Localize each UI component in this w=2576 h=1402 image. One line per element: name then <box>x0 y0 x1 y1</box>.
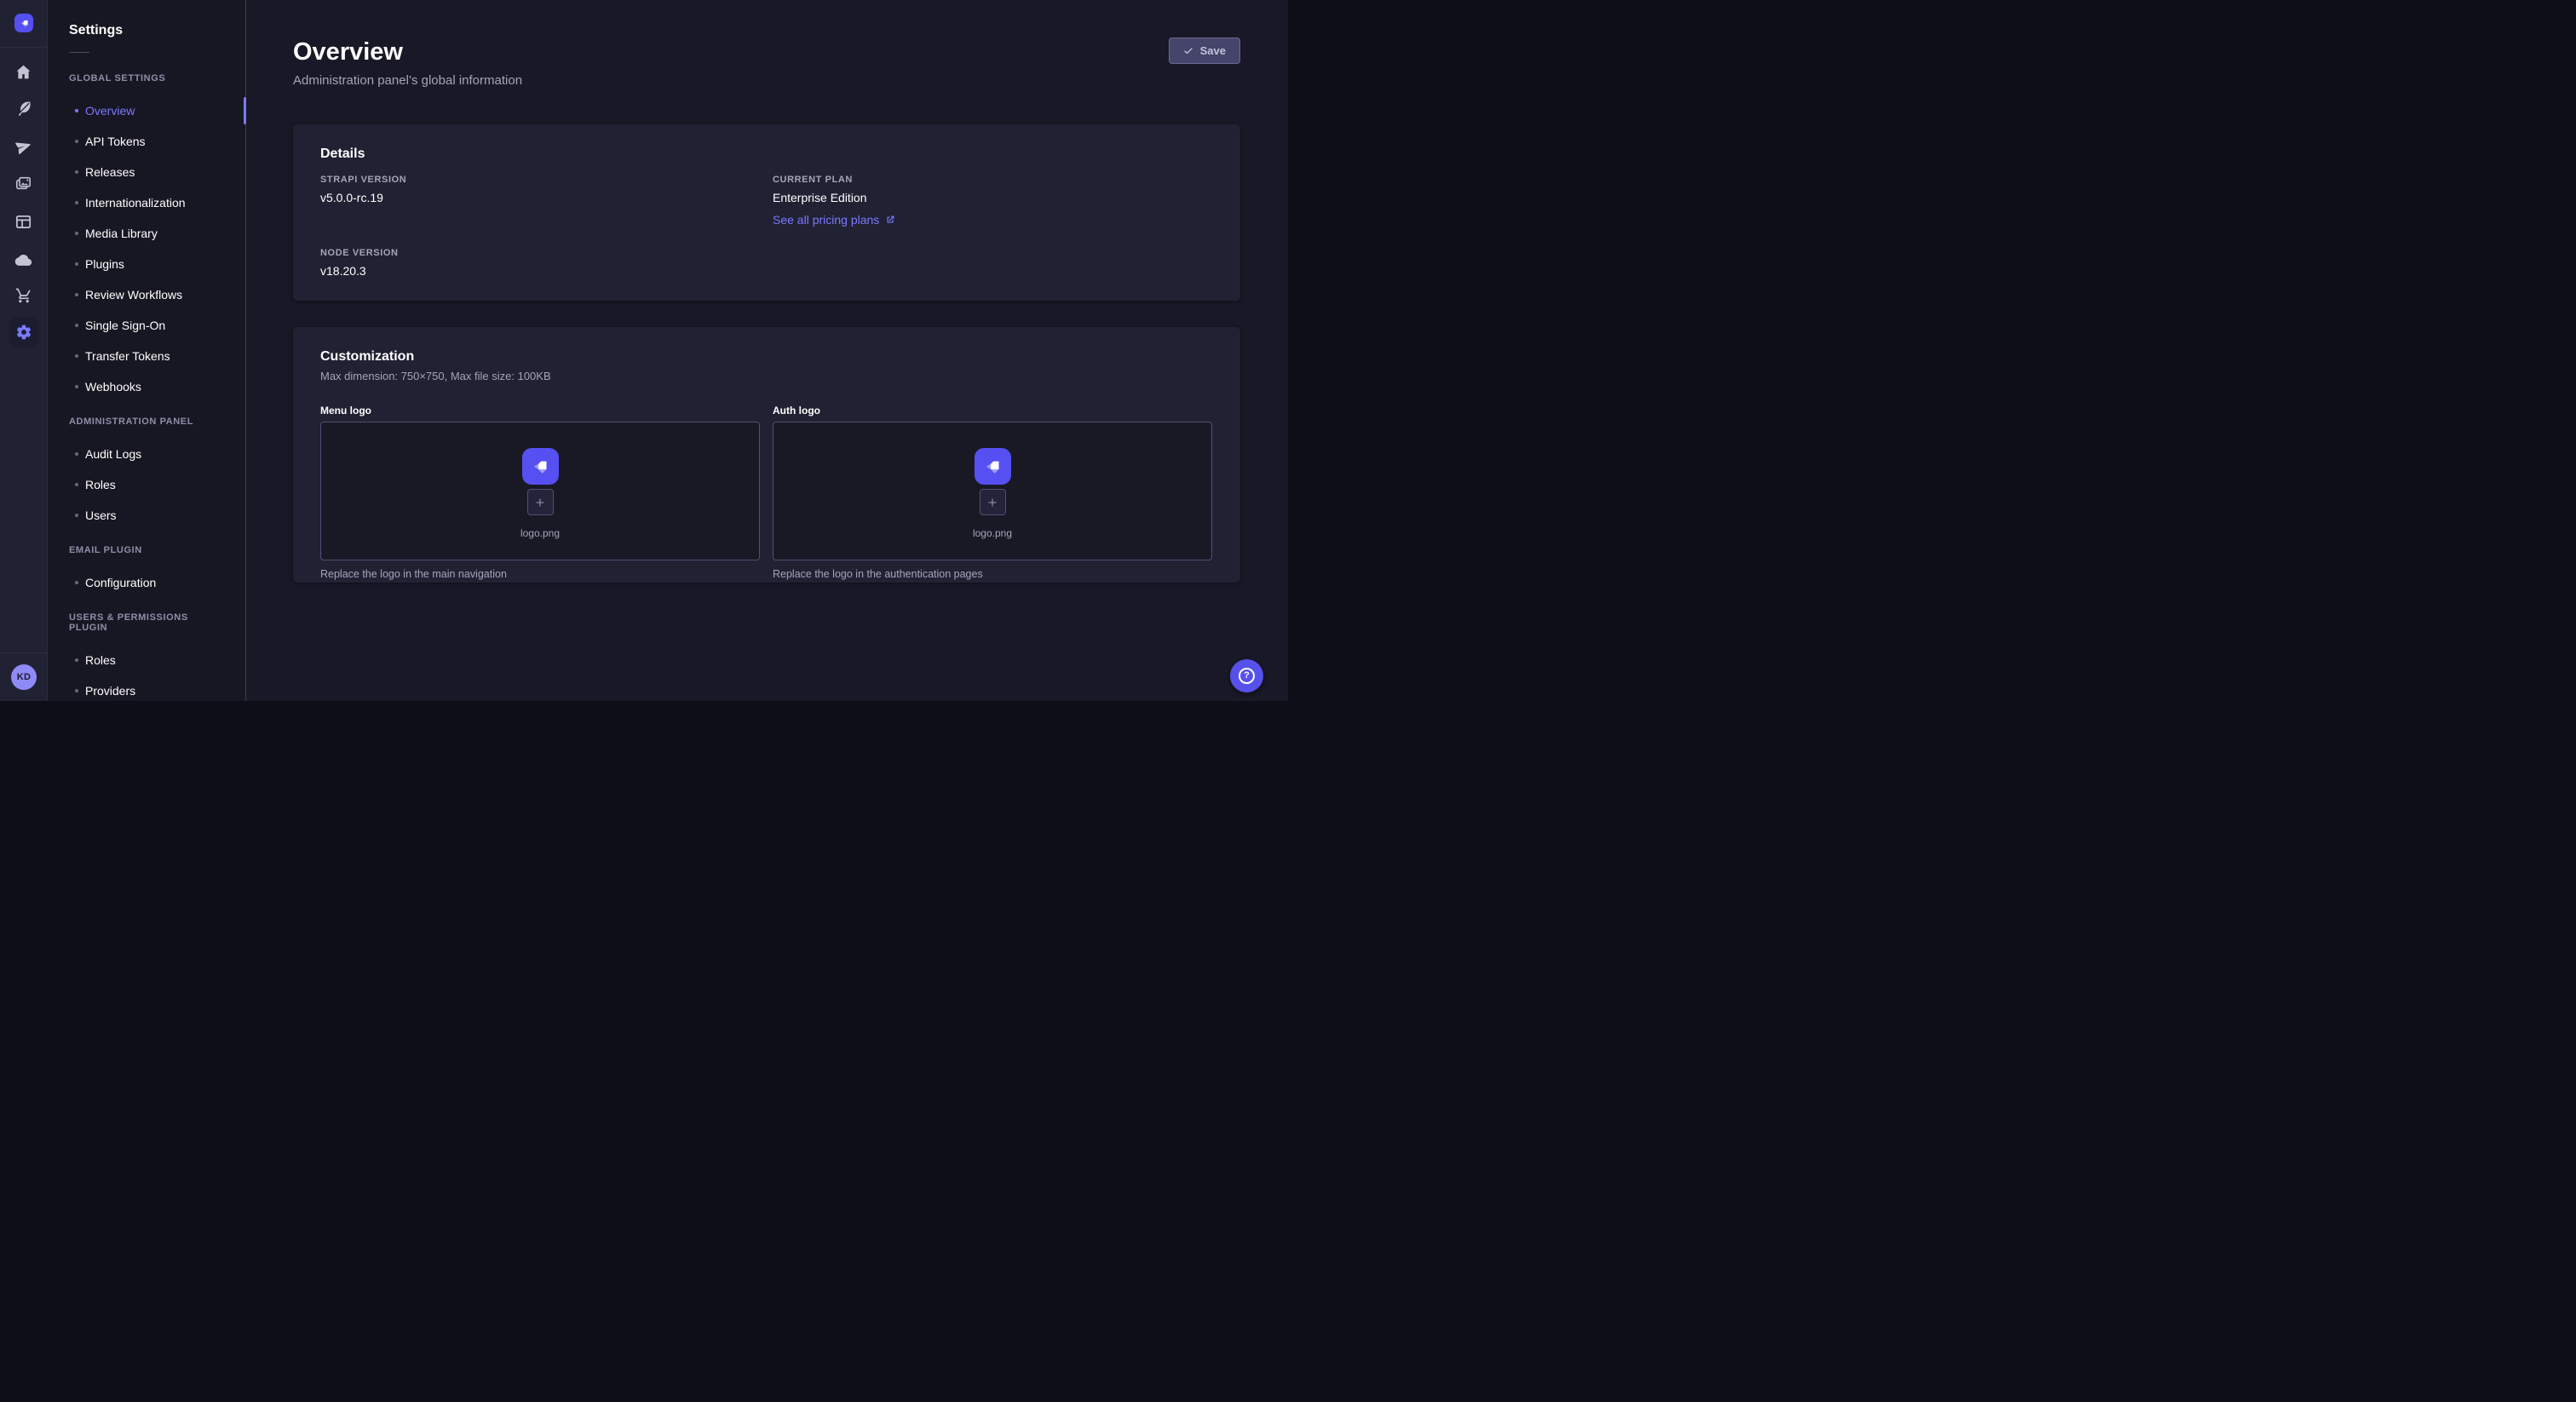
sidebar-item-releases[interactable]: Releases <box>48 157 245 187</box>
strapi-logo-icon <box>530 457 550 477</box>
media-library-icon[interactable] <box>0 171 47 195</box>
customization-constraints: Max dimension: 750×750, Max file size: 1… <box>320 370 1213 382</box>
auth-logo-preview <box>975 448 1011 485</box>
menu-logo-label: Menu logo <box>320 405 760 417</box>
plus-icon <box>534 497 546 509</box>
sidebar-title: Settings <box>69 23 245 38</box>
external-link-icon <box>885 215 895 225</box>
sidebar-item-audit-logs[interactable]: Audit Logs <box>48 439 245 469</box>
bullet-icon <box>75 109 78 112</box>
bullet-icon <box>75 262 78 266</box>
logo-uploads-row: Menu logo logo.png <box>320 405 1213 580</box>
section-email-plugin: EMAIL PLUGIN <box>69 545 224 555</box>
auth-logo-dropzone[interactable]: logo.png <box>773 422 1212 560</box>
node-version-value: v18.20.3 <box>320 264 399 278</box>
auth-logo-hint: Replace the logo in the authentication p… <box>773 568 1212 580</box>
menu-logo-upload: Menu logo logo.png <box>320 405 760 580</box>
bullet-icon <box>75 354 78 358</box>
sidebar-item-admin-users[interactable]: Users <box>48 500 245 531</box>
add-menu-logo-button[interactable] <box>527 489 554 515</box>
pricing-plans-link[interactable]: See all pricing plans <box>773 213 895 227</box>
sidebar-item-plugins[interactable]: Plugins <box>48 249 245 279</box>
save-button[interactable]: Save <box>1169 37 1240 64</box>
bullet-icon <box>75 324 78 327</box>
bullet-icon <box>75 201 78 204</box>
main-content: Overview Administration panel’s global i… <box>246 0 1288 701</box>
bullet-icon <box>75 483 78 486</box>
rail-divider-top <box>0 47 47 48</box>
sidebar-item-review-workflows[interactable]: Review Workflows <box>48 279 245 310</box>
add-auth-logo-button[interactable] <box>980 489 1006 515</box>
sidebar-item-api-tokens[interactable]: API Tokens <box>48 126 245 157</box>
menu-logo-filename: logo.png <box>520 527 560 539</box>
rail-divider-bottom <box>0 652 47 653</box>
section-global-settings: GLOBAL SETTINGS <box>69 73 224 83</box>
plus-icon <box>986 497 998 509</box>
node-version-label: NODE VERSION <box>320 248 399 258</box>
feather-icon[interactable] <box>0 96 47 120</box>
page-subtitle: Administration panel’s global informatio… <box>293 73 1240 88</box>
bullet-icon <box>75 658 78 662</box>
sidebar-item-email-configuration[interactable]: Configuration <box>48 567 245 598</box>
menu-logo-hint: Replace the logo in the main navigation <box>320 568 760 580</box>
bullet-icon <box>75 140 78 143</box>
user-avatar[interactable]: KD <box>11 664 37 690</box>
strapi-logo-icon <box>19 18 30 29</box>
customization-card: Customization Max dimension: 750×750, Ma… <box>293 327 1240 583</box>
help-button[interactable]: ? <box>1230 659 1263 692</box>
cloud-icon[interactable] <box>0 248 47 272</box>
sidebar-item-webhooks[interactable]: Webhooks <box>48 371 245 402</box>
customization-card-title: Customization <box>320 349 1213 365</box>
strapi-admin-settings-page: KD Settings GLOBAL SETTINGS Overview API… <box>0 0 1288 701</box>
strapi-version-label: STRAPI VERSION <box>320 175 406 185</box>
strapi-version-field: STRAPI VERSION v5.0.0-rc.19 <box>320 175 406 204</box>
page-header: Overview Administration panel’s global i… <box>293 0 1240 88</box>
bullet-icon <box>75 452 78 456</box>
settings-nav-active[interactable] <box>9 317 39 348</box>
bullet-icon <box>75 514 78 517</box>
sidebar-item-internationalization[interactable]: Internationalization <box>48 187 245 218</box>
sidebar-item-admin-roles[interactable]: Roles <box>48 469 245 500</box>
section-administration-panel: ADMINISTRATION PANEL <box>69 417 224 427</box>
sidebar-title-divider <box>69 52 89 53</box>
page-title: Overview <box>293 37 1240 66</box>
sidebar-item-media-library[interactable]: Media Library <box>48 218 245 249</box>
details-card-title: Details <box>320 147 365 162</box>
question-mark-icon: ? <box>1239 668 1255 684</box>
bullet-icon <box>75 385 78 388</box>
settings-sidebar: Settings GLOBAL SETTINGS Overview API To… <box>48 0 246 701</box>
bullet-icon <box>75 170 78 174</box>
bullet-icon <box>75 581 78 584</box>
strapi-logo-icon <box>982 457 1003 477</box>
main-nav-rail: KD <box>0 0 48 701</box>
check-icon <box>1183 46 1193 56</box>
sidebar-item-up-roles[interactable]: Roles <box>48 645 245 675</box>
gear-icon <box>15 324 32 341</box>
auth-logo-label: Auth logo <box>773 405 1212 417</box>
auth-logo-upload: Auth logo logo.png <box>773 405 1212 580</box>
details-card: Details STRAPI VERSION v5.0.0-rc.19 CURR… <box>293 124 1240 301</box>
auth-logo-filename: logo.png <box>973 527 1012 539</box>
sidebar-item-transfer-tokens[interactable]: Transfer Tokens <box>48 341 245 371</box>
bullet-icon <box>75 293 78 296</box>
sidebar-item-up-providers[interactable]: Providers <box>48 675 245 702</box>
bullet-icon <box>75 689 78 692</box>
current-plan-value: Enterprise Edition <box>773 191 867 204</box>
cart-icon[interactable] <box>0 284 47 307</box>
current-plan-field: CURRENT PLAN Enterprise Edition <box>773 175 867 204</box>
bullet-icon <box>75 232 78 235</box>
strapi-logo[interactable] <box>14 14 33 32</box>
menu-logo-preview <box>522 448 559 485</box>
sidebar-item-overview[interactable]: Overview <box>48 95 245 126</box>
section-users-permissions-plugin: USERS & PERMISSIONS PLUGIN <box>69 612 224 633</box>
paper-plane-icon[interactable] <box>0 135 47 158</box>
node-version-field: NODE VERSION v18.20.3 <box>320 248 399 278</box>
menu-logo-dropzone[interactable]: logo.png <box>320 422 760 560</box>
sidebar-item-single-sign-on[interactable]: Single Sign-On <box>48 310 245 341</box>
layout-icon[interactable] <box>0 210 47 233</box>
current-plan-label: CURRENT PLAN <box>773 175 867 185</box>
strapi-version-value: v5.0.0-rc.19 <box>320 191 406 204</box>
home-icon[interactable] <box>0 60 47 83</box>
